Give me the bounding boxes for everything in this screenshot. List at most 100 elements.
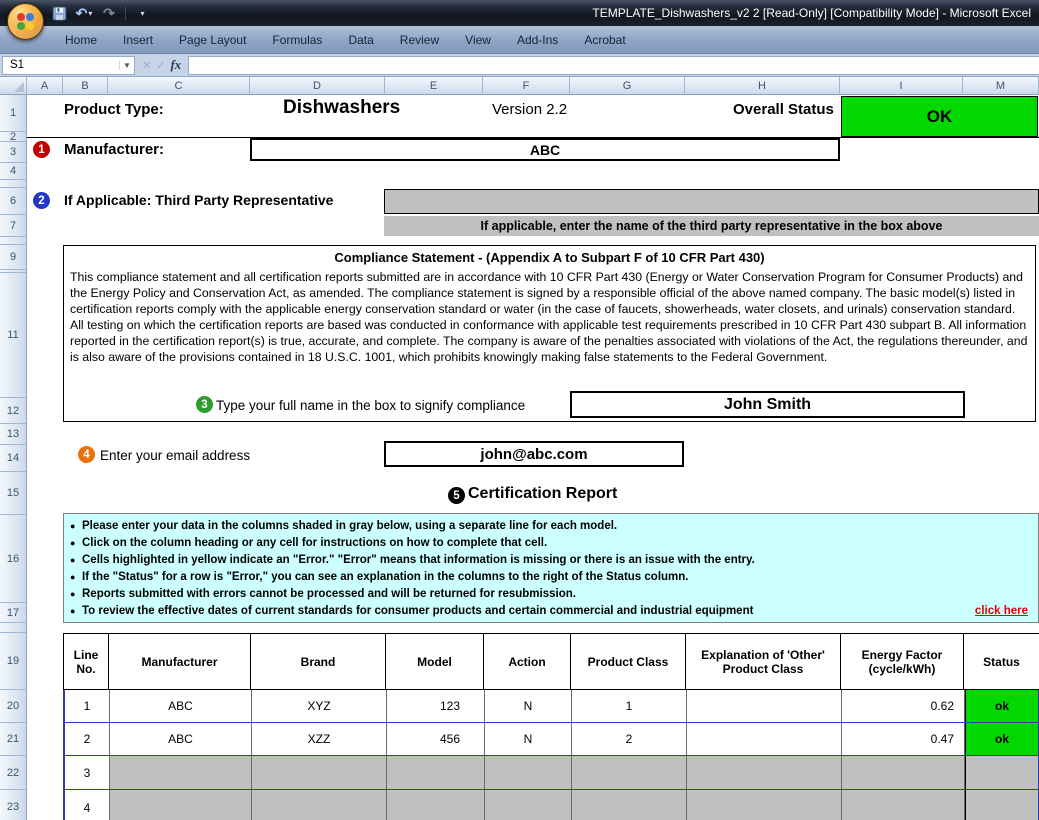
cell-explanation[interactable] [687,756,842,789]
tab-view[interactable]: View [452,27,504,53]
redo-button[interactable]: ↷ [100,4,118,22]
header-brand[interactable]: Brand [251,634,386,689]
name-box[interactable]: S1 ▼ [2,56,135,75]
cell-status[interactable]: ok [965,723,1038,755]
row-header-21[interactable]: 21 [0,723,27,756]
row-header-14[interactable]: 14 [0,445,27,472]
row-header-1[interactable]: 1 [0,95,27,132]
row-header-13[interactable]: 13 [0,424,27,445]
qat-customize-button[interactable]: ▾ [133,4,151,22]
cell-explanation[interactable] [687,690,842,722]
header-action[interactable]: Action [484,634,571,689]
column-header-F[interactable]: F [483,77,570,95]
tab-review[interactable]: Review [387,27,452,53]
cell-product-class[interactable] [572,756,687,789]
header-product-class[interactable]: Product Class [571,634,686,689]
row-header-22[interactable]: 22 [0,756,27,790]
cell-brand[interactable]: XZZ [252,723,387,755]
header-line-no[interactable]: Line No. [64,634,109,689]
insert-function-icon[interactable]: fx [170,57,181,73]
cell-energy-factor[interactable]: 0.47 [842,723,965,755]
office-button[interactable] [7,3,44,40]
cell-action[interactable]: N [485,723,572,755]
row-header-7[interactable]: 7 [0,215,27,237]
cell-product-class[interactable] [572,790,687,820]
cell-line-no[interactable]: 1 [65,690,110,722]
third-party-input[interactable] [384,189,1039,214]
row-header-11[interactable]: 11 [0,273,27,398]
cell-action[interactable] [485,790,572,820]
cell-status[interactable] [965,756,1038,789]
row-header-23[interactable]: 23 [0,790,27,820]
enter-icon[interactable]: ✓ [156,59,165,72]
click-here-link[interactable]: click here [975,603,1032,620]
row-header-hidden[interactable] [0,623,27,633]
name-box-dropdown-icon[interactable]: ▼ [119,61,134,70]
header-explanation[interactable]: Explanation of 'Other' Product Class [686,634,841,689]
cell-action[interactable]: N [485,690,572,722]
row-header-15[interactable]: 15 [0,472,27,515]
undo-button[interactable]: ↶▾ [75,4,93,22]
row-header-4[interactable]: 4 [0,163,27,180]
column-header-C[interactable]: C [108,77,250,95]
column-header-I[interactable]: I [840,77,963,95]
tab-home[interactable]: Home [52,27,110,53]
row-header-19[interactable]: 19 [0,633,27,690]
cell-manufacturer[interactable]: ABC [110,690,252,722]
column-header-H[interactable]: H [685,77,840,95]
email-input[interactable]: john@abc.com [384,441,684,467]
tab-data[interactable]: Data [335,27,386,53]
column-header-E[interactable]: E [385,77,483,95]
row-header-6[interactable]: 6 [0,188,27,215]
header-energy-factor[interactable]: Energy Factor (cycle/kWh) [841,634,964,689]
cell-brand[interactable]: XYZ [252,690,387,722]
save-icon[interactable] [50,4,68,22]
tab-add-ins[interactable]: Add-Ins [504,27,571,53]
cell-line-no[interactable]: 3 [65,756,110,789]
cell-brand[interactable] [252,790,387,820]
row-header-20[interactable]: 20 [0,690,27,723]
cell-line-no[interactable]: 4 [65,790,110,820]
row-header-hidden[interactable] [0,180,27,188]
tab-acrobat[interactable]: Acrobat [571,27,638,53]
column-header-A[interactable]: A [27,77,63,95]
cell-status[interactable] [965,790,1038,820]
cell-model[interactable] [387,756,485,789]
cell-status[interactable]: ok [965,690,1038,722]
cell-manufacturer[interactable] [110,756,252,789]
cell-model[interactable] [387,790,485,820]
header-status[interactable]: Status [964,634,1039,689]
cell-brand[interactable] [252,756,387,789]
row-header-2[interactable]: 2 [0,132,27,142]
column-header-G[interactable]: G [570,77,685,95]
row-header-12[interactable]: 12 [0,398,27,424]
row-header-9[interactable]: 9 [0,245,27,270]
header-model[interactable]: Model [386,634,484,689]
column-header-B[interactable]: B [63,77,108,95]
cell-manufacturer[interactable]: ABC [110,723,252,755]
column-header-M[interactable]: M [963,77,1039,95]
select-all-corner[interactable] [0,77,27,95]
cell-line-no[interactable]: 2 [65,723,110,755]
cancel-icon[interactable]: ✕ [142,59,151,72]
formula-input[interactable] [188,56,1039,75]
cell-explanation[interactable] [687,790,842,820]
cell-energy-factor[interactable] [842,756,965,789]
cell-product-class[interactable]: 2 [572,723,687,755]
cell-model[interactable]: 456 [387,723,485,755]
tab-formulas[interactable]: Formulas [259,27,335,53]
cell-energy-factor[interactable]: 0.62 [842,690,965,722]
overall-status-cell[interactable]: OK [841,96,1038,137]
tab-page-layout[interactable]: Page Layout [166,27,259,53]
row-header-3[interactable]: 3 [0,142,27,163]
tab-insert[interactable]: Insert [110,27,166,53]
cell-action[interactable] [485,756,572,789]
cell-energy-factor[interactable] [842,790,965,820]
row-header-16[interactable]: 16 [0,515,27,603]
full-name-input[interactable]: John Smith [570,391,965,418]
product-type-value[interactable]: Dishwashers [283,97,400,119]
cell-manufacturer[interactable] [110,790,252,820]
header-manufacturer[interactable]: Manufacturer [109,634,251,689]
column-header-D[interactable]: D [250,77,385,95]
manufacturer-input[interactable]: ABC [250,138,840,161]
